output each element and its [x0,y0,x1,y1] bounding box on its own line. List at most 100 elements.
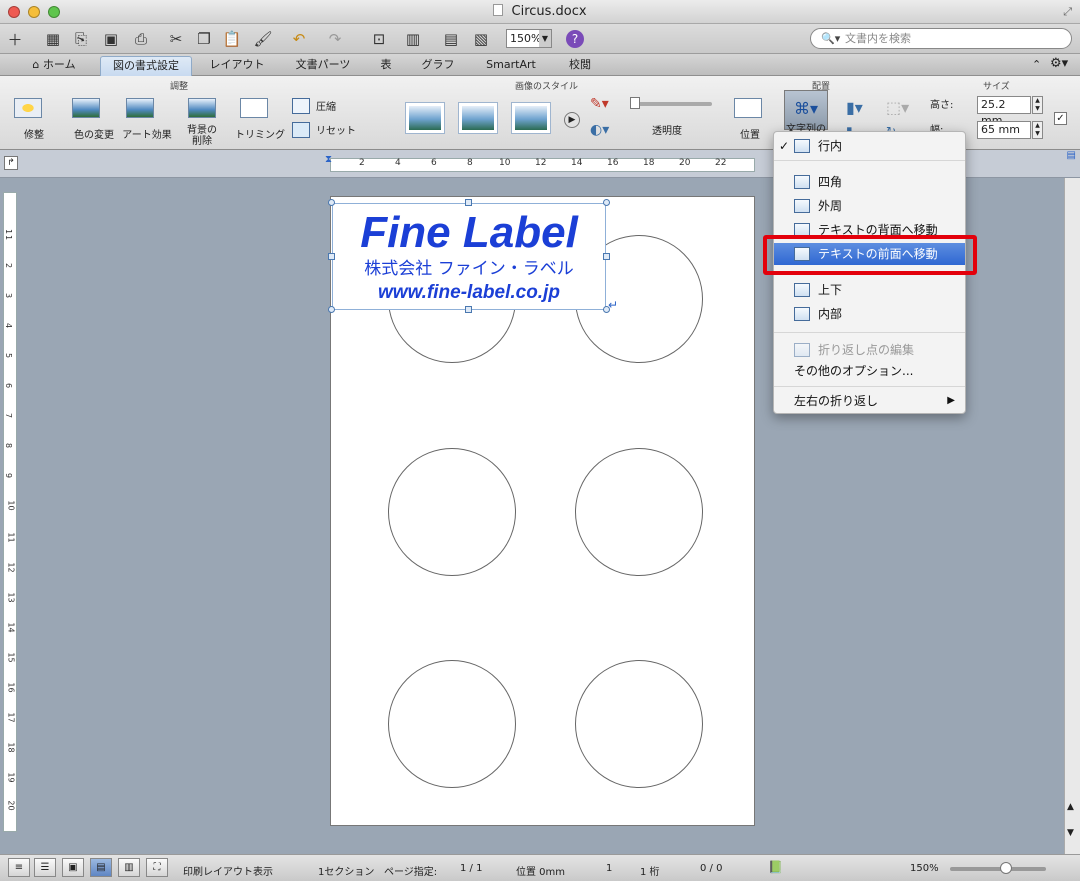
outline-view-button[interactable]: ☰ [34,858,56,877]
format-painter-icon[interactable]: 🖌 [252,28,274,50]
art-effects-icon[interactable] [126,98,154,118]
collapse-ribbon-icon[interactable]: ⌃ [1032,58,1041,71]
tab-home[interactable]: ⌂ ホーム [14,56,94,76]
save-icon[interactable]: ▣ [100,28,122,50]
cut-icon[interactable]: ✂ [165,28,187,50]
minimize-window-button[interactable] [28,6,40,18]
gear-icon[interactable]: ⚙▾ [1050,56,1068,71]
picture-style-2[interactable] [458,102,498,134]
transparency-slider[interactable] [632,102,712,106]
fullscreen-icon[interactable]: ⤢ [1063,0,1072,24]
focus-view-button[interactable]: ⛶ [146,858,168,877]
bring-forward-icon[interactable]: ▮▾ [846,98,863,117]
menu-item-top-bottom[interactable]: 上下 [774,279,965,301]
print-icon[interactable]: ⎙ [130,28,152,50]
picture-border-icon[interactable]: ✎▾ [590,96,609,112]
search-input[interactable]: 🔍▾ 文書内を検索 [810,28,1072,49]
scroll-down-icon[interactable]: ▼ [1067,828,1074,838]
spelling-icon[interactable]: 📗 [768,860,783,874]
correct-button[interactable]: 修整 [14,130,54,141]
tab-smartart[interactable]: SmartArt [474,56,548,76]
sidebar-icon[interactable]: ▥ [402,28,424,50]
zoom-window-button[interactable] [48,6,60,18]
selected-picture[interactable]: Fine Label 株式会社 ファイン・ラベル www.fine-label.… [332,203,606,310]
draft-view-button[interactable]: ≡ [8,858,30,877]
reset-button[interactable]: リセット [316,126,356,137]
resize-handle-w[interactable] [328,253,335,260]
undo-icon[interactable]: ↶ [288,28,310,50]
resize-handle-e[interactable] [603,253,610,260]
position-icon[interactable] [734,98,762,118]
circle-label-6[interactable] [575,660,703,788]
menu-item-more-options[interactable]: その他のオプション... [774,360,965,382]
height-field[interactable]: 25.2 mm [977,96,1031,127]
print-layout-view-button[interactable]: ▤ [90,858,112,877]
media-browser-icon[interactable]: ▤ [440,28,462,50]
crop-button[interactable]: トリミング [232,130,288,141]
remove-background-icon[interactable] [188,98,216,118]
width-stepper[interactable]: ▲ ▼ [1032,121,1043,139]
recolor-button[interactable]: 色の変更 [66,130,122,141]
gallery-icon[interactable]: ▦ [42,28,64,50]
circle-label-4[interactable] [575,448,703,576]
circle-label-5[interactable] [388,660,516,788]
resize-handle-s[interactable] [465,306,472,313]
search-icon[interactable]: 🔍▾ [821,29,840,48]
new-document-icon[interactable]: ＋ [4,28,26,50]
picture-effects-icon[interactable]: ◐▾ [590,122,609,138]
scroll-up-icon[interactable]: ▲ [1067,802,1074,812]
lock-aspect-checkbox[interactable]: ✓ [1054,112,1067,125]
menu-item-inline[interactable]: ✓ 行内 [774,135,965,157]
tab-selector-icon[interactable]: ↱ [4,156,18,170]
crop-icon[interactable] [240,98,268,118]
resize-handle-n[interactable] [465,199,472,206]
zoom-slider[interactable] [950,867,1046,871]
compress-button[interactable]: 圧縮 [316,102,336,113]
tab-review[interactable]: 校閲 [552,56,608,76]
menu-item-left-right-wrap[interactable]: 左右の折り返し ▶ [774,390,965,412]
height-stepper[interactable]: ▲ ▼ [1032,96,1043,114]
menu-item-square[interactable]: 四角 [774,171,965,193]
open-icon[interactable]: ⎘ [70,28,92,50]
width-field[interactable]: 65 mm [977,121,1031,139]
compress-icon[interactable] [292,98,310,114]
position-button[interactable]: 位置 [740,130,760,141]
navigation-pane-icon[interactable]: ▧ [470,28,492,50]
tab-chart[interactable]: グラフ [410,56,466,76]
vertical-ruler[interactable]: 1 1 2 3 4 5 6 7 8 9 10 11 12 13 14 15 16… [3,192,17,832]
tab-layout[interactable]: レイアウト [198,56,276,76]
remove-background-button[interactable]: 背景の 削除 [180,125,224,147]
zoom-slider-thumb[interactable] [1000,862,1012,874]
vertical-scrollbar[interactable]: ▲ ▼ [1064,178,1080,854]
ruler-right-icon[interactable]: ▤ [1067,150,1076,161]
toolbox-icon[interactable]: ⊡ [368,28,390,50]
transparency-slider-thumb[interactable] [630,97,640,109]
menu-item-tight[interactable]: 外周 [774,195,965,217]
menu-item-through[interactable]: 内部 [774,303,965,325]
tab-picture-format[interactable]: 図の書式設定 [100,56,192,76]
redo-icon[interactable]: ↷ [324,28,346,50]
resize-handle-nw[interactable] [328,199,335,206]
reset-icon[interactable] [292,122,310,138]
resize-handle-ne[interactable] [603,199,610,206]
group-objects-icon[interactable]: ⬚▾ [886,98,909,117]
close-window-button[interactable] [8,6,20,18]
correct-icon[interactable] [14,98,42,118]
picture-style-3[interactable] [511,102,551,134]
tab-table[interactable]: 表 [366,56,406,76]
resize-handle-sw[interactable] [328,306,335,313]
indent-marker[interactable]: ⧗ [325,154,333,176]
paste-icon[interactable]: 📋 [221,28,243,50]
help-icon[interactable]: ? [566,30,584,48]
copy-icon[interactable]: ❐ [193,28,215,50]
recolor-icon[interactable] [72,98,100,118]
zoom-select[interactable]: 150% ▼ [506,29,552,48]
more-styles-icon[interactable]: ▶ [564,112,580,128]
ruler-mark: 16 [607,158,619,168]
art-effects-button[interactable]: アート効果 [118,130,176,141]
publishing-view-button[interactable]: ▣ [62,858,84,877]
notebook-view-button[interactable]: ▥ [118,858,140,877]
picture-style-1[interactable] [405,102,445,134]
tab-document-parts[interactable]: 文書パーツ [284,56,362,76]
circle-label-3[interactable] [388,448,516,576]
